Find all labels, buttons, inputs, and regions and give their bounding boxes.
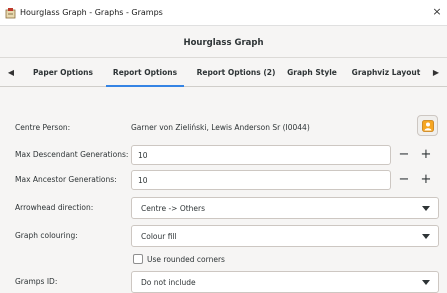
chevron-down-icon bbox=[422, 206, 430, 211]
rounded-corners-checkbox[interactable] bbox=[133, 254, 143, 264]
dialog-title: Hourglass Graph bbox=[183, 38, 264, 48]
max-ancestor-decrement-button[interactable]: − bbox=[393, 170, 415, 190]
tab-scroll-right-icon[interactable]: ▶ bbox=[428, 58, 444, 87]
gramps-id-label: Gramps ID: bbox=[15, 277, 58, 286]
max-descendant-increment-button[interactable]: + bbox=[415, 145, 437, 165]
person-select-icon bbox=[422, 120, 434, 132]
tab-paper-options[interactable]: Paper Options bbox=[24, 58, 102, 87]
max-ancestor-label: Max Ancestor Generations: bbox=[15, 175, 117, 184]
arrowhead-value: Centre -> Others bbox=[141, 204, 206, 213]
max-ancestor-increment-button[interactable]: + bbox=[415, 170, 437, 190]
window-title: Hourglass Graph - Graphs - Gramps bbox=[20, 8, 163, 17]
centre-person-value: Garner von Zieliński, Lewis Anderson Sr … bbox=[131, 123, 310, 132]
tab-bar: ◀ Paper Options Report Options Report Op… bbox=[0, 58, 447, 87]
max-ancestor-field[interactable]: 10 bbox=[131, 170, 391, 190]
gramps-id-dropdown[interactable]: Do not include bbox=[131, 271, 439, 293]
rounded-corners-label[interactable]: Use rounded corners bbox=[147, 255, 225, 264]
graph-colouring-value: Colour fill bbox=[141, 232, 177, 241]
max-descendant-label: Max Descendant Generations: bbox=[15, 150, 129, 159]
tab-scroll-left-icon[interactable]: ◀ bbox=[3, 58, 19, 87]
gramps-app-icon bbox=[5, 8, 16, 19]
chevron-down-icon bbox=[422, 280, 430, 285]
arrowhead-label: Arrowhead direction: bbox=[15, 203, 94, 212]
centre-person-label: Centre Person: bbox=[15, 123, 71, 132]
graph-colouring-label: Graph colouring: bbox=[15, 231, 78, 240]
max-descendant-field[interactable]: 10 bbox=[131, 145, 391, 165]
tab-graphviz-layout[interactable]: Graphviz Layout bbox=[349, 58, 423, 87]
select-person-button[interactable] bbox=[417, 115, 438, 136]
window-titlebar: Hourglass Graph - Graphs - Gramps × bbox=[0, 0, 447, 26]
graph-colouring-dropdown[interactable]: Colour fill bbox=[131, 225, 439, 247]
close-icon[interactable]: × bbox=[430, 5, 444, 19]
gramps-id-value: Do not include bbox=[141, 278, 196, 287]
chevron-down-icon bbox=[422, 234, 430, 239]
tab-report-options-2[interactable]: Report Options (2) bbox=[190, 58, 282, 87]
arrowhead-dropdown[interactable]: Centre -> Others bbox=[131, 197, 439, 219]
tab-report-options[interactable]: Report Options bbox=[106, 58, 184, 87]
max-descendant-decrement-button[interactable]: − bbox=[393, 145, 415, 165]
dialog-header: Hourglass Graph bbox=[0, 26, 447, 58]
tab-graph-style[interactable]: Graph Style bbox=[284, 58, 340, 87]
max-descendant-value: 10 bbox=[138, 151, 148, 160]
max-ancestor-value: 10 bbox=[138, 176, 148, 185]
